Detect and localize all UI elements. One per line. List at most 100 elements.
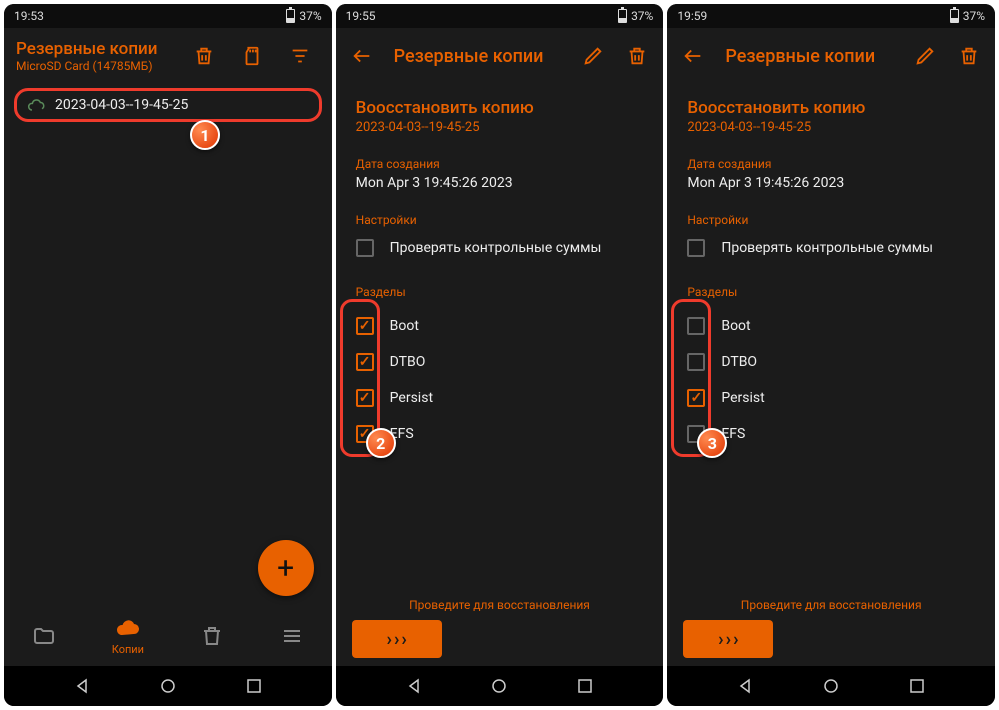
nav-label: Копии [112, 643, 144, 656]
edit-button[interactable] [573, 36, 613, 76]
pencil-icon [914, 45, 936, 67]
swipe-restore-button[interactable]: › › › [683, 620, 773, 658]
storage-subtitle: MicroSD Card (14785МБ) [16, 59, 176, 73]
page-title: Резервные копии [725, 46, 901, 67]
edit-button[interactable] [905, 36, 945, 76]
battery-icon [286, 9, 295, 23]
battery-pct: 37% [963, 9, 985, 23]
nav-files[interactable] [32, 624, 56, 648]
screen-2: 19:55 37% Резервные копии Воосстановить … [336, 4, 664, 706]
trash-icon [958, 45, 980, 67]
backup-list-item[interactable]: 2023-04-03--19-45-25 [14, 88, 322, 122]
menu-icon [280, 624, 304, 648]
chevron-right-icon: › [726, 629, 731, 650]
battery-icon [618, 9, 627, 23]
recents-icon[interactable] [577, 678, 593, 694]
filter-icon [289, 45, 311, 67]
partition-label: Boot [721, 318, 750, 334]
status-bar: 19:59 37% [667, 4, 995, 28]
folder-icon [32, 624, 56, 648]
plus-icon: + [277, 551, 294, 586]
partition-label: Persist [390, 390, 433, 406]
partition-label: DTBO [390, 354, 426, 370]
nav-backups[interactable]: Копии [112, 617, 144, 656]
chevron-right-icon: › [401, 629, 406, 650]
callout-badge-1: 1 [190, 120, 220, 150]
date-label: Дата создания [356, 157, 644, 171]
delete-button[interactable] [617, 36, 657, 76]
header: Резервные копии [336, 28, 664, 84]
page-title: Резервные копии [394, 46, 570, 67]
header: Резервные копии [667, 28, 995, 84]
add-backup-fab[interactable]: + [258, 540, 314, 596]
back-button[interactable] [673, 36, 713, 76]
settings-label: Настройки [687, 213, 975, 227]
swipe-label: Проведите для восстановления [352, 598, 648, 612]
status-time: 19:59 [677, 9, 707, 23]
restore-title: Воосстановить копию [687, 98, 975, 118]
date-value: Mon Apr 3 19:45:26 2023 [356, 175, 644, 191]
trash-icon [193, 45, 215, 67]
status-time: 19:55 [346, 9, 376, 23]
home-icon[interactable] [491, 678, 507, 694]
date-value: Mon Apr 3 19:45:26 2023 [687, 175, 975, 191]
backup-name: 2023-04-03--19-45-25 [55, 97, 188, 113]
cloud-icon [116, 617, 140, 641]
checksum-label: Проверять контрольные суммы [390, 240, 602, 256]
settings-label: Настройки [356, 213, 644, 227]
trash-icon [200, 624, 224, 648]
bottom-nav: Копии [4, 606, 332, 666]
sd-card-icon [241, 45, 263, 67]
nav-menu[interactable] [280, 624, 304, 648]
backup-id: 2023-04-03--19-45-25 [687, 120, 975, 135]
header: Резервные копии MicroSD Card (14785МБ) [4, 28, 332, 84]
screen-3: 19:59 37% Резервные копии Воосстановить … [667, 4, 995, 706]
chevron-right-icon: › [718, 629, 723, 650]
battery-icon [950, 9, 959, 23]
arrow-left-icon [351, 45, 373, 67]
pencil-icon [582, 45, 604, 67]
callout-badge-2: 2 [366, 428, 396, 458]
back-icon[interactable] [74, 678, 90, 694]
filter-button[interactable] [280, 36, 320, 76]
checksum-checkbox[interactable] [687, 239, 705, 257]
recents-icon[interactable] [909, 678, 925, 694]
swipe-restore-button[interactable]: › › › [352, 620, 442, 658]
back-icon[interactable] [406, 678, 422, 694]
chevron-right-icon: › [394, 629, 399, 650]
partitions-label: Разделы [356, 285, 644, 299]
status-bar: 19:55 37% [336, 4, 664, 28]
storage-button[interactable] [232, 36, 272, 76]
chevron-right-icon: › [733, 629, 738, 650]
status-bar: 19:53 37% [4, 4, 332, 28]
chevron-right-icon: › [386, 629, 391, 650]
delete-button[interactable] [949, 36, 989, 76]
back-button[interactable] [342, 36, 382, 76]
home-icon[interactable] [823, 678, 839, 694]
restore-title: Воосстановить копию [356, 98, 644, 118]
partition-label: Boot [390, 318, 419, 334]
android-navbar [4, 666, 332, 706]
battery-pct: 37% [631, 9, 653, 23]
cloud-icon [27, 98, 47, 112]
date-label: Дата создания [687, 157, 975, 171]
page-title: Резервные копии [16, 39, 176, 59]
nav-delete[interactable] [200, 624, 224, 648]
swipe-label: Проведите для восстановления [683, 598, 979, 612]
android-navbar [667, 666, 995, 706]
status-time: 19:53 [14, 9, 44, 23]
checksum-checkbox[interactable] [356, 239, 374, 257]
trash-icon [626, 45, 648, 67]
checksum-label: Проверять контрольные суммы [721, 240, 933, 256]
partition-label: Persist [721, 390, 764, 406]
home-icon[interactable] [160, 678, 176, 694]
delete-button[interactable] [184, 36, 224, 76]
battery-pct: 37% [299, 9, 321, 23]
partition-label: DTBO [721, 354, 757, 370]
back-icon[interactable] [737, 678, 753, 694]
recents-icon[interactable] [246, 678, 262, 694]
arrow-left-icon [682, 45, 704, 67]
backup-id: 2023-04-03--19-45-25 [356, 120, 644, 135]
android-navbar [336, 666, 664, 706]
partitions-label: Разделы [687, 285, 975, 299]
